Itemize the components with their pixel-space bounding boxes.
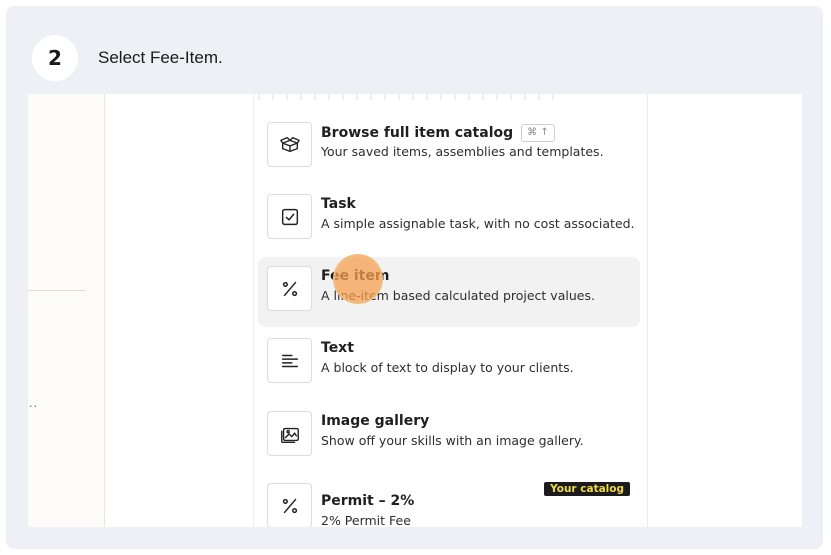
menu-item-title: Browse full item catalog ⌘ ↑ — [321, 124, 555, 142]
step-instruction: Select Fee-Item. — [98, 48, 223, 67]
menu-item-image-gallery[interactable]: Image gallery Show off your skills with … — [258, 402, 640, 472]
menu-item-description: A line-item based calculated project val… — [321, 288, 595, 303]
menu-item-title: Text — [321, 340, 354, 356]
text-lines-icon — [267, 338, 312, 383]
percent-icon — [267, 266, 312, 311]
checkbox-icon — [267, 194, 312, 239]
left-panel: .. — [28, 94, 105, 527]
shortcut-badge: ⌘ ↑ — [521, 124, 555, 142]
menu-item-description: Your saved items, assemblies and templat… — [321, 144, 604, 159]
menu-item-description: A simple assignable task, with no cost a… — [321, 216, 635, 231]
menu-item-description: 2% Permit Fee — [321, 513, 411, 527]
step-number-badge: 2 — [32, 35, 78, 81]
menu-top-edge — [258, 94, 558, 100]
menu-item-permit[interactable]: Permit – 2% 2% Permit Fee Your catalog — [258, 474, 640, 527]
menu-item-browse-catalog[interactable]: Browse full item catalog ⌘ ↑ Your saved i… — [258, 113, 640, 183]
menu-item-title: Image gallery — [321, 413, 430, 429]
your-catalog-tag: Your catalog — [544, 482, 630, 496]
menu-item-description: Show off your skills with an image galle… — [321, 433, 584, 448]
menu-item-fee[interactable]: Fee item A line-item based calculated pr… — [258, 257, 640, 327]
percent-icon — [267, 483, 312, 527]
menu-item-task[interactable]: Task A simple assignable task, with no c… — [258, 185, 640, 255]
left-panel-ellipsis: .. — [29, 397, 38, 410]
left-divider — [28, 290, 85, 291]
menu-item-text[interactable]: Text A block of text to display to your … — [258, 329, 640, 399]
menu-item-title: Permit – 2% — [321, 493, 415, 509]
menu-item-title: Task — [321, 196, 356, 212]
box-catalog-icon — [267, 122, 312, 167]
menu-item-title: Fee item — [321, 268, 390, 284]
menu-item-description: A block of text to display to your clien… — [321, 360, 574, 375]
image-gallery-icon — [267, 411, 312, 456]
screenshot-area: .. Browse full item catalog ⌘ ↑ Your save… — [28, 94, 802, 527]
